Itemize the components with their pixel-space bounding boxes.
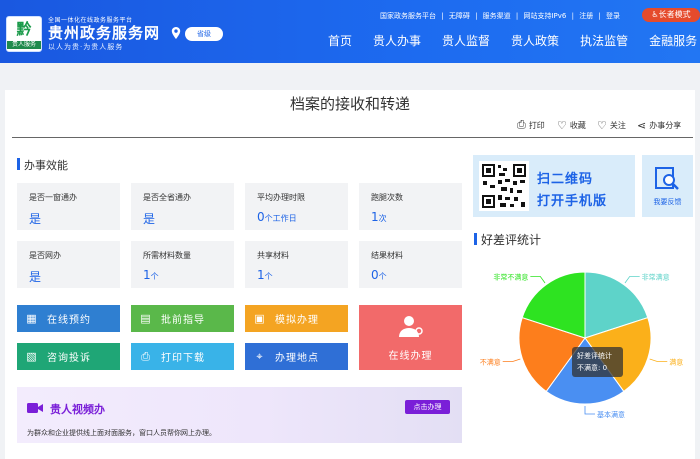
top-links: 国家政务服务平台 | 无障碍 | 服务渠道 | 网站支持IPv6 | 注册 | … [380, 11, 623, 21]
link-divider: | [441, 12, 444, 20]
link-divider: | [598, 12, 601, 20]
pie-leader-line [624, 276, 640, 284]
location-selector[interactable]: 省级 [185, 27, 223, 41]
pie-leader-line [502, 358, 521, 362]
nav-services[interactable]: 贵人办事 [373, 32, 421, 50]
print-download-button[interactable]: ⎙ 打印下载 [131, 343, 234, 370]
video-handle-button[interactable]: 点击办理 [405, 400, 450, 414]
title-divider [12, 137, 693, 138]
tile-value: 0个工作日 [257, 210, 297, 224]
link-register[interactable]: 注册 [579, 12, 593, 20]
online-reservation-button[interactable]: ▦ 在线预约 [17, 305, 120, 332]
tile-materials: 所需材料数量 1个 [131, 241, 234, 288]
pie-label: 基本满意 [597, 410, 625, 419]
tile-shared: 共享材料 1个 [245, 241, 348, 288]
tile-avg-time: 平均办理时限 0个工作日 [245, 183, 348, 230]
online-handling-button[interactable]: 在线办理 [359, 305, 462, 370]
favorite-button[interactable]: ♡ 收藏 [557, 118, 586, 132]
qr-line-1: 扫二维码 [537, 172, 594, 187]
rating-title: 好差评统计 [481, 233, 542, 247]
calendar-icon: ▦ [26, 311, 38, 325]
elder-icon: ♿ [651, 10, 659, 19]
link-national-platform[interactable]: 国家政务服务平台 [380, 12, 436, 20]
tile-result: 结果材料 0个 [359, 241, 462, 288]
logo-text: 贵人服务 [7, 41, 41, 49]
simulate-handling-button[interactable]: ▣ 模拟办理 [245, 305, 348, 332]
follow-button[interactable]: ♡ 关注 [597, 118, 626, 132]
share-icon: ⋖ [637, 118, 647, 132]
video-service-banner: 贵人视频办 为群众和企业提供线上面对面服务，窗口人员帮你网上办理。 点击办理 [17, 387, 462, 443]
pre-approval-guide-button[interactable]: ▤ 批前指导 [131, 305, 234, 332]
site-header: 黔 贵人服务 全国一体化在线政务服务平台 贵州政务服务网 以人为贵·为贵人服务 … [0, 0, 700, 63]
tile-value: 是 [29, 212, 42, 226]
nav-supervision[interactable]: 贵人监督 [442, 32, 490, 50]
tile-value: 1次 [371, 210, 387, 224]
location-icon: ⌖ [256, 349, 264, 363]
chart-tooltip: 好差评统计 不满意: 0 [572, 347, 623, 377]
link-ipv6[interactable]: 网站支持IPv6 [523, 12, 566, 20]
qr-line-2: 打开手机版 [537, 194, 608, 209]
tile-visits: 跑腿次数 1次 [359, 183, 462, 230]
consult-complaint-button[interactable]: ▧ 咨询投诉 [17, 343, 120, 370]
video-title: 贵人视频办 [50, 403, 105, 416]
link-service-channels[interactable]: 服务渠道 [483, 12, 511, 20]
handling-location-button[interactable]: ⌖ 办理地点 [245, 343, 348, 370]
document-icon: ▤ [140, 311, 152, 325]
section-marker [474, 233, 477, 245]
link-divider: | [475, 12, 478, 20]
efficiency-title: 办事效能 [24, 159, 68, 172]
link-login[interactable]: 登录 [606, 12, 620, 20]
link-divider: | [571, 12, 574, 20]
nav-finance[interactable]: 金融服务 [649, 32, 697, 50]
share-button[interactable]: ⋖ 办事分享 [637, 118, 681, 132]
section-marker [17, 158, 20, 170]
video-description: 为群众和企业提供线上面对面服务，窗口人员帮你网上办理。 [27, 429, 216, 437]
nav-home[interactable]: 首页 [328, 32, 352, 50]
tile-value: 0个 [371, 268, 387, 282]
print-button[interactable]: ⎙ 打印 [517, 118, 545, 132]
video-camera-icon [27, 402, 43, 414]
pie-label: 非常满意 [642, 273, 670, 282]
logo-mark: 黔 [16, 20, 32, 38]
page-title: 档案的接收和转递 [289, 95, 410, 113]
location-pin-icon [171, 27, 181, 39]
pie-leader-line [584, 406, 595, 415]
rating-pie-chart: 非常满意满意基本满意 不满意 非常不满意 [480, 271, 683, 419]
tile-one-window: 是否一窗通办 是 [17, 183, 120, 230]
pie-leader-line [530, 276, 546, 284]
printer-icon: ⎙ [517, 118, 526, 131]
pie-label: 满意 [669, 357, 683, 366]
chat-icon: ▧ [26, 349, 38, 363]
qr-code-icon [479, 161, 529, 211]
tile-value: 1个 [257, 268, 273, 282]
site-name[interactable]: 贵州政务服务网 [48, 22, 160, 43]
tile-province-wide: 是否全省通办 是 [131, 183, 234, 230]
heart-outline-icon: ♡ [597, 118, 607, 132]
main-nav: 首页 贵人办事 贵人监督 贵人政策 执法监管 金融服务 [328, 32, 700, 50]
printer-icon: ⎙ [141, 349, 151, 363]
pie-leader-line [649, 358, 668, 362]
tile-value: 是 [143, 212, 156, 226]
feedback-button[interactable]: 我要反馈 [642, 155, 693, 217]
link-divider: | [515, 12, 519, 20]
tile-value: 1个 [143, 268, 159, 282]
clipboard-icon: ▣ [254, 311, 266, 325]
user-icon [399, 315, 423, 342]
nav-policy[interactable]: 贵人政策 [511, 32, 559, 50]
pie-label: 非常不满意 [493, 273, 528, 282]
site-slogan: 以人为贵·为贵人服务 [48, 43, 124, 51]
link-accessibility[interactable]: 无障碍 [449, 12, 470, 20]
search-feedback-icon [654, 165, 680, 191]
heart-icon: ♡ [557, 118, 567, 132]
mobile-qr-panel[interactable]: 扫二维码 打开手机版 [473, 155, 635, 217]
pie-label: 不满意 [480, 357, 501, 366]
tile-value: 是 [29, 270, 42, 284]
nav-enforcement[interactable]: 执法监管 [580, 32, 628, 50]
tile-online: 是否网办 是 [17, 241, 120, 288]
site-logo[interactable]: 黔 贵人服务 [6, 16, 42, 52]
elder-mode-button[interactable]: ♿长者模式 [642, 8, 700, 22]
